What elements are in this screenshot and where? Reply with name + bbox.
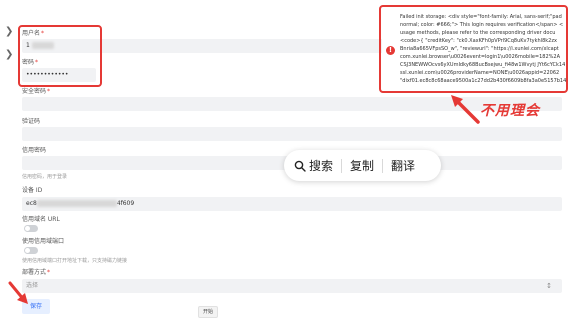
toolbar-search[interactable]: 搜索 bbox=[294, 157, 333, 174]
highlight-box-credentials bbox=[18, 25, 102, 87]
redacted-value bbox=[36, 200, 117, 207]
text-selection-toolbar: 搜索 复制 翻译 bbox=[284, 150, 441, 181]
credit-domain-port-label: 使用信用域端口 bbox=[22, 238, 65, 245]
captcha-label: 验证码 bbox=[22, 118, 41, 125]
collapse-chevron-icon[interactable]: ❯ bbox=[5, 50, 13, 60]
collapse-chevron-icon[interactable]: ❯ bbox=[5, 27, 13, 37]
security-password-label: 安全密码* bbox=[22, 88, 51, 95]
device-id-field[interactable]: ec8 4f609 bbox=[22, 197, 562, 211]
credit-domain-port-toggle[interactable] bbox=[24, 247, 38, 254]
toolbar-translate[interactable]: 翻译 bbox=[391, 157, 415, 174]
deploy-mode-label: 部署方式* bbox=[22, 269, 51, 276]
deploy-mode-select[interactable]: 选择 ↕ bbox=[22, 279, 562, 293]
toolbar-copy[interactable]: 复制 bbox=[350, 157, 374, 174]
device-id-label: 设备 ID bbox=[22, 187, 43, 194]
annotation-ignore-text: 不用理会 bbox=[480, 103, 540, 119]
credit-password-hint: 信用密码，用于登录 bbox=[22, 174, 68, 180]
credit-password-label: 信用密码 bbox=[22, 147, 47, 154]
toolbar-divider bbox=[341, 158, 343, 173]
highlight-box-error bbox=[379, 5, 568, 93]
search-icon bbox=[294, 160, 306, 172]
credit-domain-url-toggle[interactable] bbox=[24, 225, 38, 232]
chevron-updown-icon: ↕ bbox=[546, 282, 552, 290]
annotation-arrow-error bbox=[451, 95, 480, 124]
start-button[interactable]: 开始 bbox=[198, 306, 218, 318]
toolbar-divider bbox=[382, 158, 384, 173]
annotation-arrow-save bbox=[8, 281, 28, 304]
credit-domain-url-label: 信用域名 URL bbox=[22, 216, 60, 223]
captcha-field[interactable] bbox=[22, 127, 562, 141]
credit-domain-port-hint: 使用信用域端口打开地址下载，只支持磁力链接 bbox=[22, 258, 128, 264]
